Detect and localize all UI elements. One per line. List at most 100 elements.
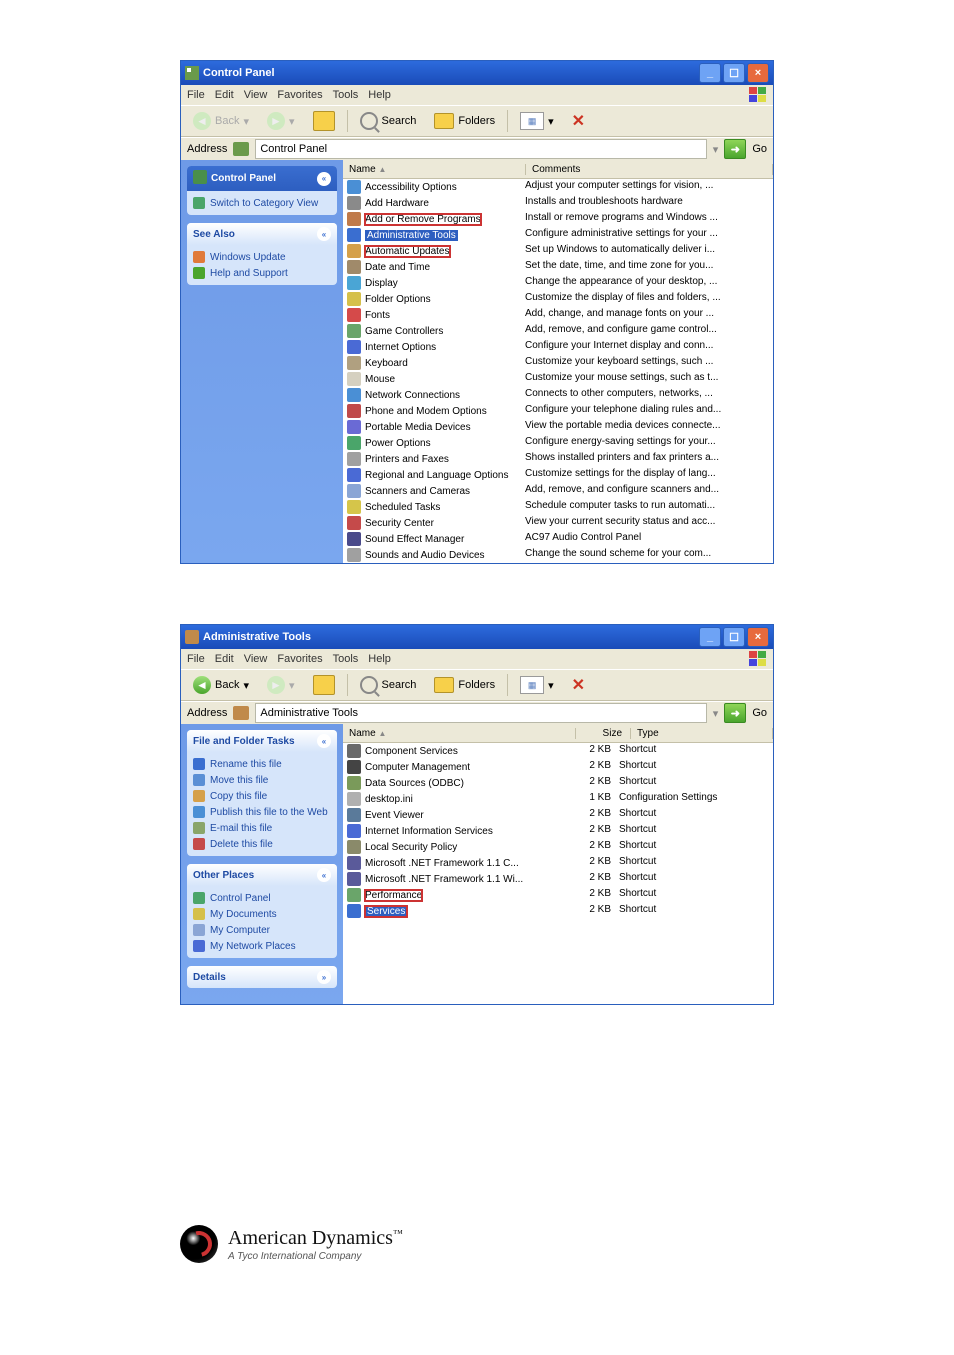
minimize-button[interactable]: _ [699,63,721,83]
list-item[interactable]: Add or Remove ProgramsInstall or remove … [343,211,773,227]
menu-help[interactable]: Help [368,89,391,101]
list-item[interactable]: Performance2 KBShortcut [343,887,773,903]
see-also-link[interactable]: Windows Update [193,249,331,265]
list-item[interactable]: Power OptionsConfigure energy-saving set… [343,435,773,451]
menu-view[interactable]: View [244,653,268,665]
titlebar[interactable]: Control Panel _ ☐ × [181,61,773,85]
other-place-link[interactable]: My Documents [193,906,331,922]
chevron-down-icon[interactable]: » [317,970,331,984]
see-also-link[interactable]: Help and Support [193,265,331,281]
views-button[interactable]: ▦ ▾ [514,110,560,132]
delete-button[interactable]: ✕ [566,109,591,133]
other-place-link[interactable]: My Computer [193,922,331,938]
up-button[interactable] [307,673,341,697]
list-item[interactable]: Sound Effect ManagerAC97 Audio Control P… [343,531,773,547]
col-type[interactable]: Type [631,728,773,739]
panel-header[interactable]: See Also « [187,223,337,245]
menu-edit[interactable]: Edit [215,653,234,665]
list-item[interactable]: Data Sources (ODBC)2 KBShortcut [343,775,773,791]
list-item[interactable]: Local Security Policy2 KBShortcut [343,839,773,855]
menu-tools[interactable]: Tools [333,653,359,665]
forward-button[interactable]: ► ▾ [261,674,301,696]
list-item[interactable]: Internet Information Services2 KBShortcu… [343,823,773,839]
minimize-button[interactable]: _ [699,627,721,647]
back-button[interactable]: ◄ Back ▾ [187,674,255,696]
delete-button[interactable]: ✕ [566,673,591,697]
list-rows[interactable]: Component Services2 KBShortcutComputer M… [343,743,773,1004]
search-button[interactable]: Search [354,674,423,696]
list-item[interactable]: Microsoft .NET Framework 1.1 Wi...2 KBSh… [343,871,773,887]
chevron-up-icon[interactable]: « [317,172,331,186]
list-item[interactable]: FontsAdd, change, and manage fonts on yo… [343,307,773,323]
folders-button[interactable]: Folders [428,675,501,695]
col-name[interactable]: Name ▲ [343,164,526,175]
list-item[interactable]: Microsoft .NET Framework 1.1 C...2 KBSho… [343,855,773,871]
list-rows[interactable]: Accessibility OptionsAdjust your compute… [343,179,773,563]
list-item[interactable]: Game ControllersAdd, remove, and configu… [343,323,773,339]
list-item[interactable]: Regional and Language OptionsCustomize s… [343,467,773,483]
close-button[interactable]: × [747,63,769,83]
task-link[interactable]: Publish this file to the Web [193,804,331,820]
switch-category-view-link[interactable]: Switch to Category View [193,195,331,211]
chevron-up-icon[interactable]: « [317,868,331,882]
list-item[interactable]: Administrative ToolsConfigure administra… [343,227,773,243]
list-item[interactable]: Computer Management2 KBShortcut [343,759,773,775]
list-item[interactable]: desktop.ini1 KBConfiguration Settings [343,791,773,807]
task-link[interactable]: Rename this file [193,756,331,772]
task-link[interactable]: Delete this file [193,836,331,852]
up-button[interactable] [307,109,341,133]
list-item[interactable]: Add HardwareInstalls and troubleshoots h… [343,195,773,211]
list-item[interactable]: Network ConnectionsConnects to other com… [343,387,773,403]
menu-favorites[interactable]: Favorites [277,89,322,101]
list-item[interactable]: Component Services2 KBShortcut [343,743,773,759]
address-dropdown[interactable]: ▾ [713,143,719,156]
list-item[interactable]: Date and TimeSet the date, time, and tim… [343,259,773,275]
list-item[interactable]: Internet OptionsConfigure your Internet … [343,339,773,355]
col-comments[interactable]: Comments [526,164,773,175]
list-item[interactable]: Portable Media DevicesView the portable … [343,419,773,435]
close-button[interactable]: × [747,627,769,647]
views-button[interactable]: ▦ ▾ [514,674,560,696]
task-link[interactable]: Move this file [193,772,331,788]
list-item[interactable]: Phone and Modem OptionsConfigure your te… [343,403,773,419]
folders-button[interactable]: Folders [428,111,501,131]
list-item[interactable]: KeyboardCustomize your keyboard settings… [343,355,773,371]
panel-header[interactable]: File and Folder Tasks « [187,730,337,752]
other-place-link[interactable]: My Network Places [193,938,331,954]
list-item[interactable]: MouseCustomize your mouse settings, such… [343,371,773,387]
go-button[interactable]: ➜ [724,703,746,723]
list-item[interactable]: Accessibility OptionsAdjust your compute… [343,179,773,195]
maximize-button[interactable]: ☐ [723,627,745,647]
panel-header[interactable]: Other Places « [187,864,337,886]
list-item[interactable]: Folder OptionsCustomize the display of f… [343,291,773,307]
list-item[interactable]: Scanners and CamerasAdd, remove, and con… [343,483,773,499]
forward-button[interactable]: ► ▾ [261,110,301,132]
panel-header[interactable]: Control Panel « [187,166,337,191]
list-item[interactable]: Event Viewer2 KBShortcut [343,807,773,823]
list-item[interactable]: Automatic UpdatesSet up Windows to autom… [343,243,773,259]
maximize-button[interactable]: ☐ [723,63,745,83]
chevron-up-icon[interactable]: « [317,227,331,241]
panel-header[interactable]: Details » [187,966,337,988]
menu-file[interactable]: File [187,89,205,101]
list-item[interactable]: Security CenterView your current securit… [343,515,773,531]
other-place-link[interactable]: Control Panel [193,890,331,906]
list-item[interactable]: Printers and FaxesShows installed printe… [343,451,773,467]
go-button[interactable]: ➜ [724,139,746,159]
list-item[interactable]: DisplayChange the appearance of your des… [343,275,773,291]
menu-view[interactable]: View [244,89,268,101]
address-dropdown[interactable]: ▾ [713,707,719,720]
menu-file[interactable]: File [187,653,205,665]
address-input[interactable] [255,139,706,159]
menu-tools[interactable]: Tools [333,89,359,101]
chevron-up-icon[interactable]: « [317,734,331,748]
titlebar[interactable]: Administrative Tools _ ☐ × [181,625,773,649]
menu-help[interactable]: Help [368,653,391,665]
list-item[interactable]: Services2 KBShortcut [343,903,773,919]
menu-edit[interactable]: Edit [215,89,234,101]
col-name[interactable]: Name ▲ [343,728,576,739]
address-input[interactable] [255,703,706,723]
task-link[interactable]: Copy this file [193,788,331,804]
menu-favorites[interactable]: Favorites [277,653,322,665]
back-button[interactable]: ◄ Back ▾ [187,110,255,132]
